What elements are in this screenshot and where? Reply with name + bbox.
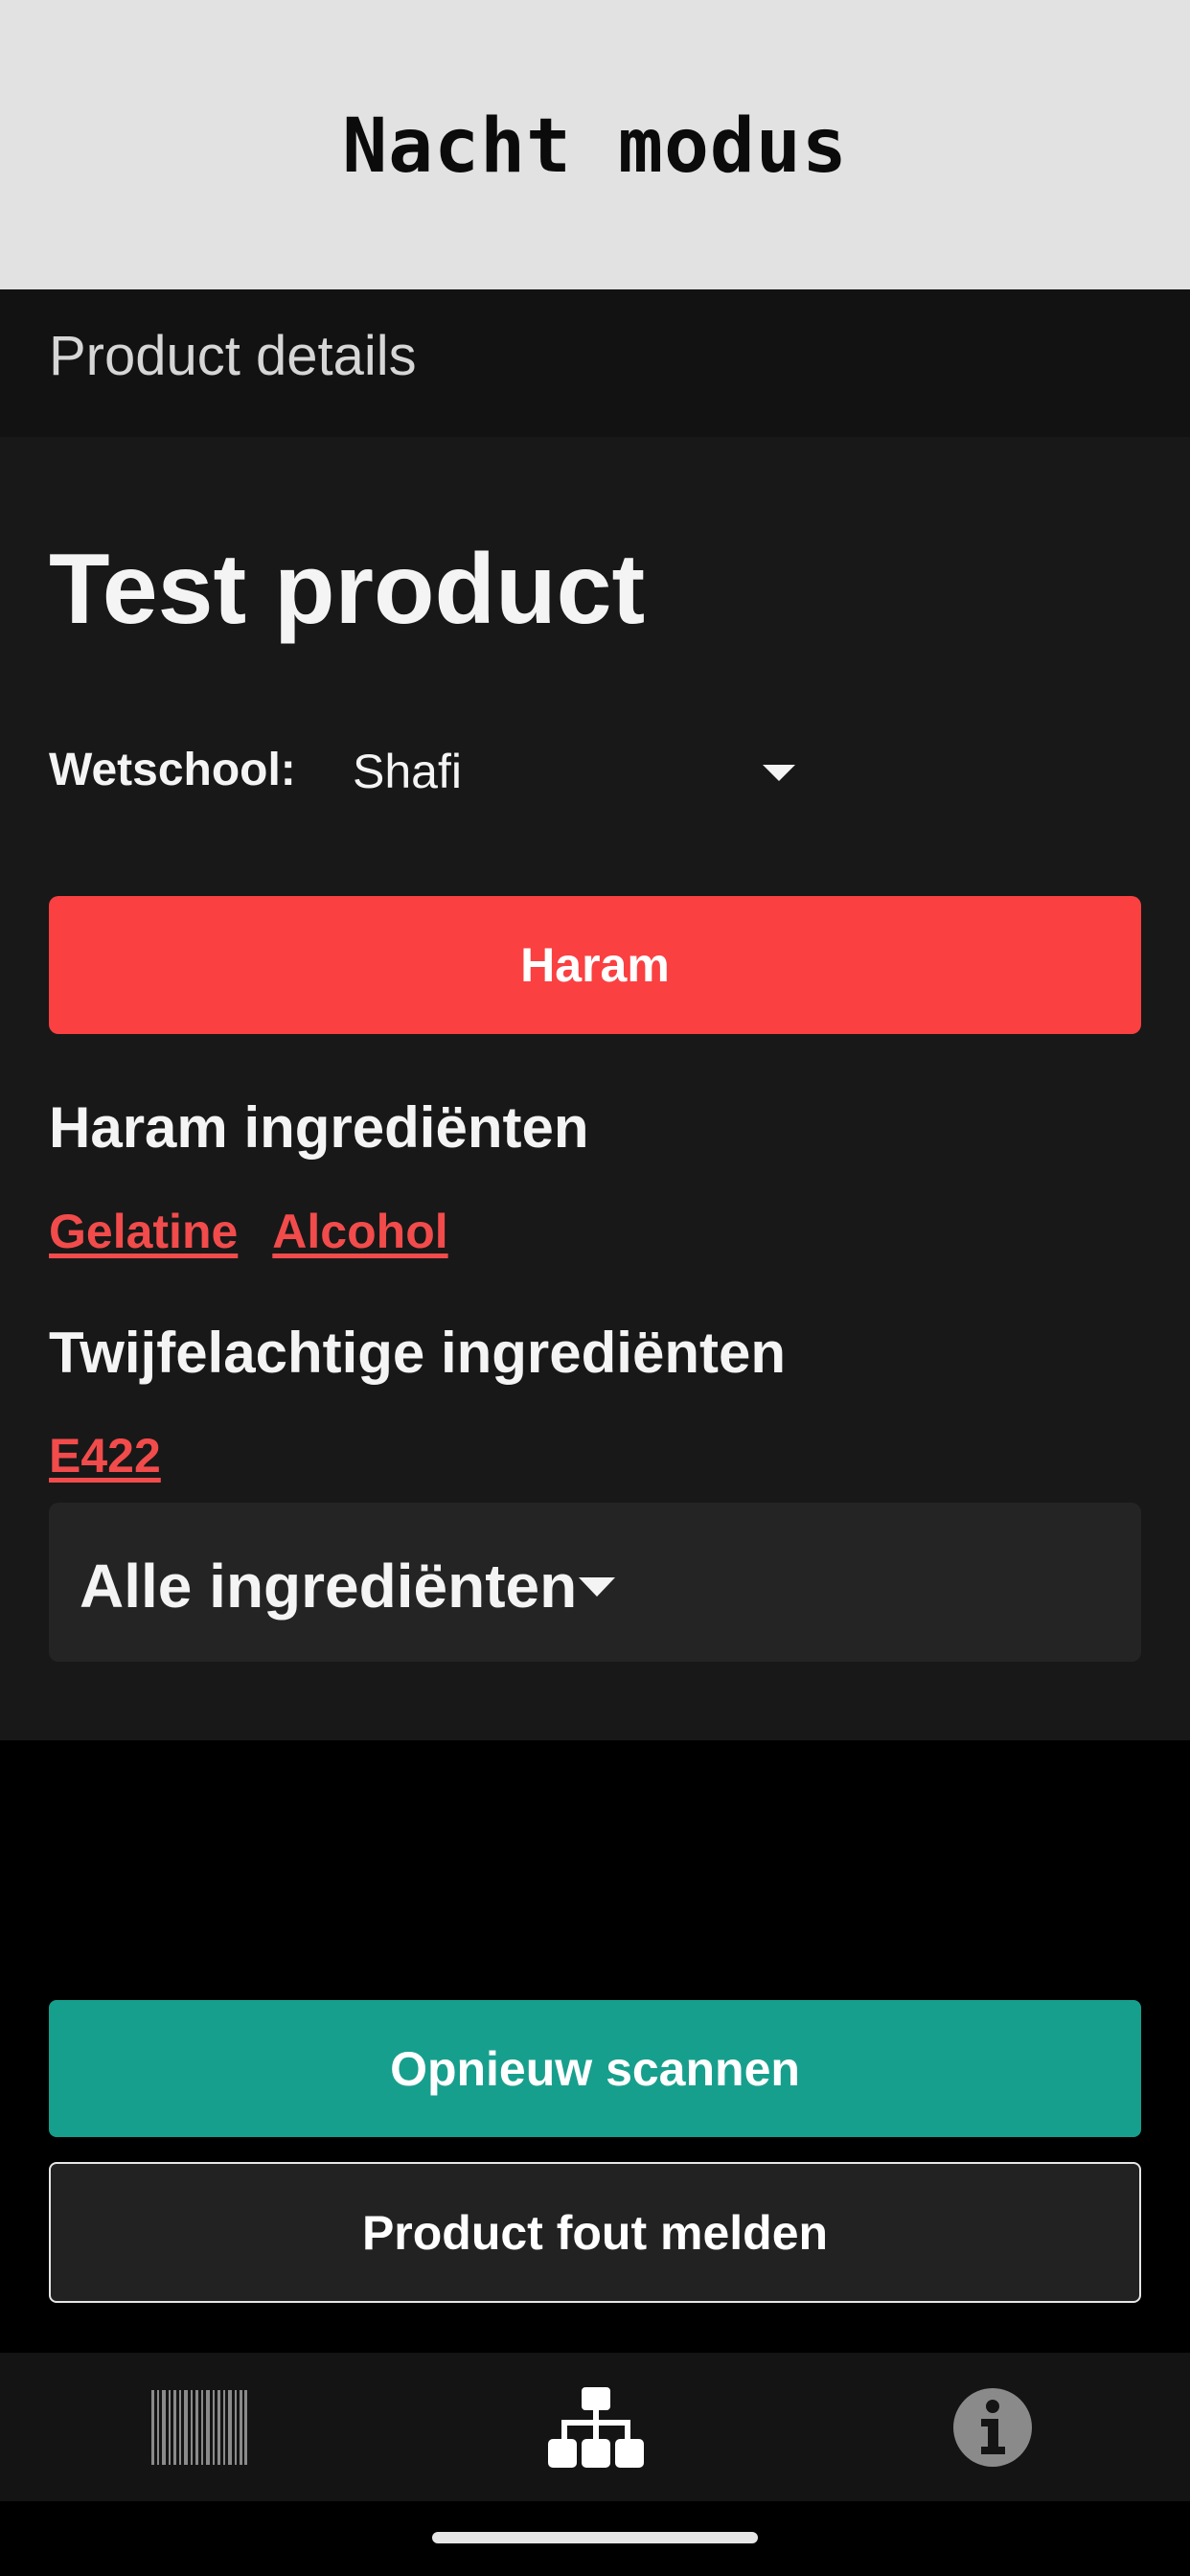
bottom-nav: [0, 2353, 1190, 2501]
school-label: Wetschool:: [49, 745, 296, 795]
app-bar: Product details: [0, 289, 1190, 437]
nav-item-info[interactable]: [848, 2353, 1135, 2501]
nav-item-product[interactable]: [451, 2353, 739, 2501]
haram-ingredients-heading: Haram ingrediënten: [49, 1095, 589, 1160]
rescan-button[interactable]: Opnieuw scannen: [49, 2000, 1141, 2137]
night-mode-title: Nacht modus: [342, 104, 848, 190]
all-ingredients-expander[interactable]: Alle ingrediënten: [49, 1503, 1141, 1662]
haram-ingredient-link[interactable]: Alcohol: [272, 1204, 447, 1259]
chevron-down-icon: [579, 1577, 615, 1597]
school-dropdown-value: Shafi: [353, 745, 462, 798]
report-product-button[interactable]: Product fout melden: [49, 2162, 1141, 2303]
product-card: Test product Wetschool: Shafi Haram Hara…: [0, 437, 1190, 1740]
barcode-icon: [151, 2390, 247, 2465]
haram-ingredients-list: Gelatine Alcohol: [49, 1204, 448, 1259]
all-ingredients-label: Alle ingrediënten: [80, 1552, 578, 1621]
product-title: Test product: [49, 534, 646, 645]
status-badge: Haram: [49, 896, 1141, 1034]
sitemap-icon: [548, 2387, 644, 2468]
chevron-down-icon: [763, 765, 795, 781]
night-mode-banner: Nacht modus: [0, 0, 1190, 289]
nav-item-scan[interactable]: [55, 2353, 342, 2501]
app-bar-title: Product details: [49, 325, 417, 387]
info-icon: [953, 2388, 1032, 2467]
doubtful-ingredients-list: E422: [49, 1428, 161, 1484]
home-indicator[interactable]: [432, 2532, 758, 2543]
doubtful-ingredient-link[interactable]: E422: [49, 1428, 161, 1484]
doubtful-ingredients-heading: Twijfelachtige ingrediënten: [49, 1321, 786, 1385]
haram-ingredient-link[interactable]: Gelatine: [49, 1204, 238, 1259]
school-dropdown[interactable]: Shafi: [353, 724, 803, 816]
